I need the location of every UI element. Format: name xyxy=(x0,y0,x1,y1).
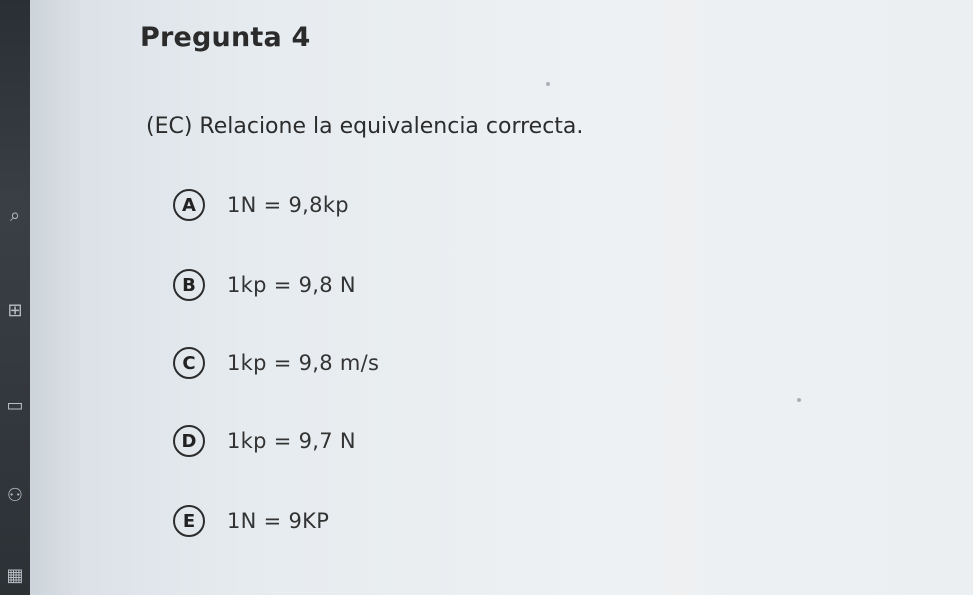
option-d[interactable]: D 1kp = 9,7 N xyxy=(173,424,356,458)
option-e-letter[interactable]: E xyxy=(173,505,205,537)
grid-icon[interactable]: ⊞ xyxy=(4,300,26,322)
sidebar-gutter xyxy=(30,0,80,595)
option-a[interactable]: A 1N = 9,8kp xyxy=(173,188,349,222)
dust-speck xyxy=(797,398,801,402)
option-b-letter[interactable]: B xyxy=(173,269,205,301)
dust-speck xyxy=(546,82,550,86)
question-title: Pregunta 4 xyxy=(140,22,311,53)
calendar-icon[interactable]: ▦ xyxy=(4,565,26,587)
question-panel: Pregunta 4 (EC) Relacione la equivalenci… xyxy=(80,0,973,595)
option-e[interactable]: E 1N = 9KP xyxy=(173,504,329,538)
question-prompt: (EC) Relacione la equivalencia correcta. xyxy=(146,114,584,139)
people-icon[interactable]: ⚇ xyxy=(4,485,26,507)
book-icon[interactable]: ▭ xyxy=(4,395,26,417)
option-c-text: 1kp = 9,8 m/s xyxy=(227,351,380,375)
search-icon[interactable]: ⌕ xyxy=(4,205,26,227)
option-b[interactable]: B 1kp = 9,8 N xyxy=(173,268,356,302)
option-c-letter[interactable]: C xyxy=(173,347,205,379)
option-b-text: 1kp = 9,8 N xyxy=(227,273,356,297)
option-d-letter[interactable]: D xyxy=(173,425,205,457)
option-d-text: 1kp = 9,7 N xyxy=(227,429,356,453)
option-a-letter[interactable]: A xyxy=(173,189,205,221)
option-c[interactable]: C 1kp = 9,8 m/s xyxy=(173,346,379,380)
option-e-text: 1N = 9KP xyxy=(227,509,330,533)
option-a-text: 1N = 9,8kp xyxy=(227,193,349,217)
left-navigation-rail: ⌕ ⊞ ▭ ⚇ ▦ xyxy=(0,0,30,595)
